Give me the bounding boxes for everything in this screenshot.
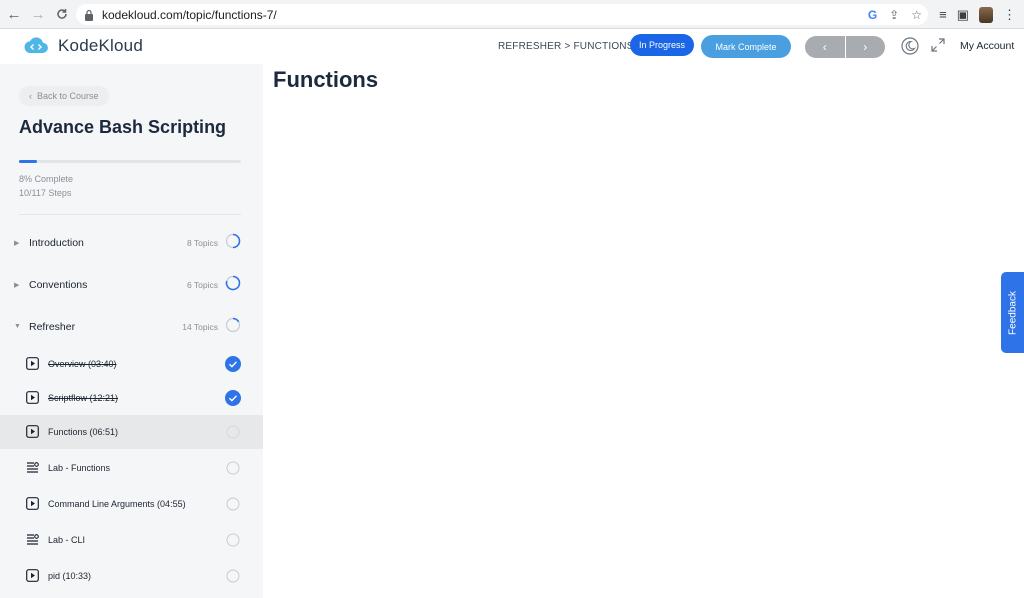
page-title: Functions <box>273 67 379 92</box>
browser-toolbar: ← → kodekloud.com/topic/functions-7/ G ⇪… <box>0 0 1024 29</box>
lock-icon <box>85 9 93 21</box>
section-topic-count: 8 Topics <box>186 238 218 248</box>
in-progress-button[interactable]: In Progress <box>630 34 694 56</box>
incomplete-circle-icon[interactable] <box>225 532 241 548</box>
incomplete-circle-icon[interactable] <box>225 496 241 512</box>
lesson-item[interactable]: Lab - CLI <box>0 523 263 557</box>
mark-complete-button[interactable]: Mark Complete <box>701 35 791 58</box>
course-title: Advance Bash Scripting <box>19 117 227 137</box>
profile-avatar[interactable] <box>979 6 993 23</box>
lesson-pager: ‹ › <box>805 36 885 58</box>
kodekloud-logo-icon <box>24 37 48 54</box>
lesson-item[interactable]: Command Line Arguments (04:55) <box>0 487 263 521</box>
chevron-left-icon: ‹ <box>29 91 32 101</box>
completed-check-icon[interactable] <box>225 390 241 406</box>
section-topic-count: 6 Topics <box>186 280 218 290</box>
lesson-title: Scriptflow (12:21) <box>48 393 119 403</box>
lesson-item[interactable]: Overview (03:40) <box>0 347 263 381</box>
my-account-link[interactable]: My Account <box>960 40 1014 52</box>
completed-check-icon[interactable] <box>225 356 241 372</box>
section-name: Refresher <box>29 321 76 333</box>
lesson-title: pid (10:33) <box>48 571 92 581</box>
star-icon[interactable]: ☆ <box>911 8 922 22</box>
caret-right-icon: ▶ <box>14 240 20 247</box>
back-arrow-icon[interactable]: ← <box>3 3 25 25</box>
lab-list-icon <box>27 534 39 545</box>
menu-dots-icon[interactable]: ⋮ <box>1003 7 1016 23</box>
caret-right-icon: ▶ <box>14 282 20 289</box>
logo[interactable]: KodeKloud <box>22 36 143 56</box>
section-progress-ring-icon <box>225 233 241 249</box>
share-icon[interactable]: ⇪ <box>889 8 899 22</box>
lesson-item-active[interactable]: Functions (06:51) <box>0 415 263 449</box>
logo-text: KodeKloud <box>58 36 143 55</box>
forward-arrow-icon[interactable]: → <box>27 3 49 25</box>
lesson-title: Lab - Functions <box>48 463 111 473</box>
lesson-item[interactable]: Lab - Functions <box>0 451 263 485</box>
feedback-label: Feedback <box>1007 290 1018 335</box>
expand-icon[interactable] <box>931 38 945 52</box>
caret-down-icon: ▼ <box>14 323 21 330</box>
course-progress-fill <box>19 160 37 163</box>
breadcrumb: REFRESHER > FUNCTIONS <box>498 41 634 52</box>
incomplete-circle-icon[interactable] <box>225 460 241 476</box>
section-name: Introduction <box>29 237 84 249</box>
play-video-icon <box>26 425 39 438</box>
next-lesson-button[interactable]: › <box>845 36 885 58</box>
lab-list-icon <box>27 462 39 473</box>
google-icon[interactable]: G <box>868 8 877 22</box>
media-control-icon[interactable]: ≡ <box>939 7 947 22</box>
section-name: Conventions <box>29 279 88 291</box>
incomplete-circle-icon[interactable] <box>225 424 241 440</box>
play-video-icon <box>26 497 39 510</box>
play-video-icon <box>26 391 39 404</box>
reload-icon[interactable] <box>51 3 73 25</box>
progress-steps-text: 10/117 Steps <box>19 188 72 198</box>
address-bar[interactable]: kodekloud.com/topic/functions-7/ G ⇪ ☆ <box>76 4 928 25</box>
section-refresher[interactable]: ▼ Refresher 14 Topics <box>0 314 263 344</box>
play-video-icon <box>26 357 39 370</box>
course-sidebar: ‹ Back to Course Advance Bash Scripting … <box>0 64 263 598</box>
back-to-course-button[interactable]: ‹ Back to Course <box>19 86 109 106</box>
url-text: kodekloud.com/topic/functions-7/ <box>102 7 277 22</box>
back-to-course-label: Back to Course <box>37 91 99 101</box>
progress-percent-text: 8% Complete <box>19 174 74 184</box>
feedback-tab[interactable]: Feedback <box>1001 272 1024 353</box>
lesson-title: Lab - CLI <box>48 535 86 545</box>
previous-lesson-button[interactable]: ‹ <box>805 36 845 58</box>
sidebar-divider <box>19 214 241 215</box>
play-video-icon <box>26 569 39 582</box>
lesson-title: Command Line Arguments (04:55) <box>48 499 186 509</box>
site-header: KodeKloud REFRESHER > FUNCTIONS In Progr… <box>0 29 1024 64</box>
section-conventions[interactable]: ▶ Conventions 6 Topics <box>0 272 263 302</box>
section-progress-ring-icon <box>225 317 241 333</box>
section-introduction[interactable]: ▶ Introduction 8 Topics <box>0 230 263 260</box>
course-progress-bar <box>19 160 241 163</box>
incomplete-circle-icon[interactable] <box>225 568 241 584</box>
lesson-item[interactable]: pid (10:33) <box>0 559 263 593</box>
section-topic-count: 14 Topics <box>182 322 218 332</box>
side-panel-icon[interactable]: ▣ <box>957 7 969 23</box>
lesson-title: Overview (03:40) <box>48 359 117 369</box>
section-progress-ring-icon <box>225 275 241 291</box>
lesson-title: Functions (06:51) <box>48 427 119 437</box>
lesson-item[interactable]: Scriptflow (12:21) <box>0 381 263 415</box>
dark-mode-icon[interactable] <box>901 37 919 55</box>
